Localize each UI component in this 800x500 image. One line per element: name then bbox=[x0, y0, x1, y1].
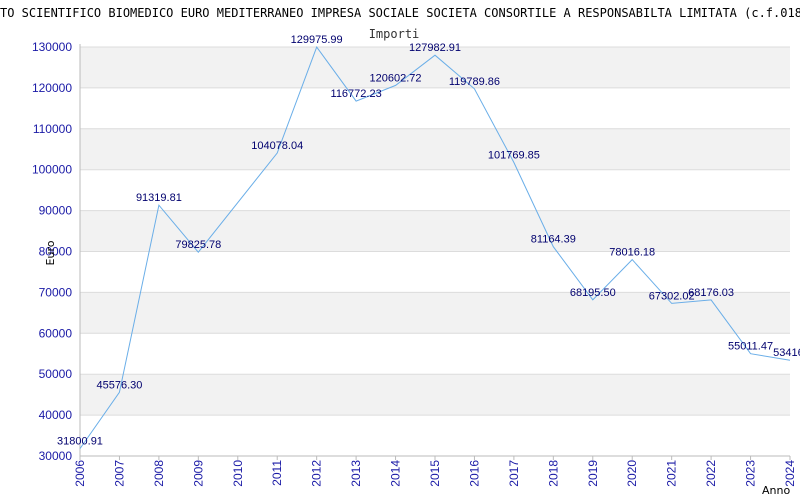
x-tick-label: 2022 bbox=[704, 460, 718, 487]
data-label: 45576.30 bbox=[96, 379, 142, 391]
chart-title: TO SCIENTIFICO BIOMEDICO EURO MEDITERRAN… bbox=[0, 6, 800, 20]
data-label: 78016.18 bbox=[609, 247, 655, 259]
data-label: 127982.91 bbox=[409, 42, 461, 54]
y-tick-label: 30000 bbox=[39, 449, 73, 463]
grid-band bbox=[80, 128, 790, 170]
data-label: 55011.47 bbox=[728, 341, 773, 353]
y-tick-label: 100000 bbox=[32, 163, 72, 177]
x-tick-label: 2006 bbox=[73, 460, 87, 487]
grid-band bbox=[80, 374, 790, 416]
x-tick-label: 2021 bbox=[665, 460, 679, 487]
y-tick-label: 40000 bbox=[39, 408, 73, 422]
y-tick-label: 110000 bbox=[33, 122, 72, 136]
x-tick-label: 2020 bbox=[625, 460, 639, 487]
x-tick-label: 2015 bbox=[428, 460, 442, 487]
x-tick-label: 2011 bbox=[270, 460, 284, 486]
x-tick-label: 2024 bbox=[783, 460, 797, 487]
data-label: 119789.86 bbox=[449, 76, 500, 88]
x-tick-labels: 2006 2007 2008 2009 2010 2011 2012 2013 2014 2015… bbox=[73, 460, 797, 487]
x-tick-label: 2017 bbox=[507, 460, 521, 487]
x-tick-label: 2019 bbox=[586, 460, 600, 487]
data-label: 31800.91 bbox=[57, 436, 103, 448]
x-axis-label: Anno bbox=[762, 484, 790, 497]
y-tick-label: 90000 bbox=[39, 204, 73, 218]
data-label: 116772.23 bbox=[331, 88, 382, 100]
y-tick-label: 60000 bbox=[39, 326, 73, 340]
y-tick-label: 120000 bbox=[32, 81, 72, 95]
y-tick-label: 50000 bbox=[39, 367, 73, 381]
data-label: 104078.04 bbox=[251, 140, 303, 152]
y-tick-label: 70000 bbox=[39, 285, 73, 299]
x-tick-label: 2023 bbox=[744, 460, 758, 487]
x-tick-label: 2009 bbox=[191, 460, 205, 487]
data-label: 79825.78 bbox=[175, 239, 221, 251]
y-tick-label: 130000 bbox=[32, 40, 72, 54]
x-tick-label: 2012 bbox=[310, 460, 324, 487]
data-label: 91319.81 bbox=[136, 192, 182, 204]
x-tick-label: 2018 bbox=[546, 460, 560, 487]
y-axis-label: Euro bbox=[44, 240, 57, 265]
data-label: 81164.39 bbox=[531, 234, 576, 246]
x-tick-label: 2014 bbox=[389, 460, 403, 487]
data-label: 129975.99 bbox=[291, 34, 343, 46]
data-label: 120602.72 bbox=[370, 72, 422, 84]
background-bands bbox=[80, 47, 790, 416]
data-label: 68176.03 bbox=[688, 287, 734, 299]
data-label: 101769.85 bbox=[488, 149, 540, 161]
series-title: Importi bbox=[369, 27, 420, 41]
x-tick-label: 2007 bbox=[112, 460, 126, 487]
line-chart: 3000040000500006000070000800009000010000… bbox=[0, 6, 800, 497]
x-tick-label: 2016 bbox=[467, 460, 481, 487]
x-tick-label: 2013 bbox=[349, 460, 363, 487]
x-tick-label: 2008 bbox=[152, 460, 166, 487]
data-label: 53416. bbox=[773, 347, 800, 359]
x-tick-label: 2010 bbox=[231, 460, 245, 487]
data-label: 68195.50 bbox=[570, 287, 616, 299]
